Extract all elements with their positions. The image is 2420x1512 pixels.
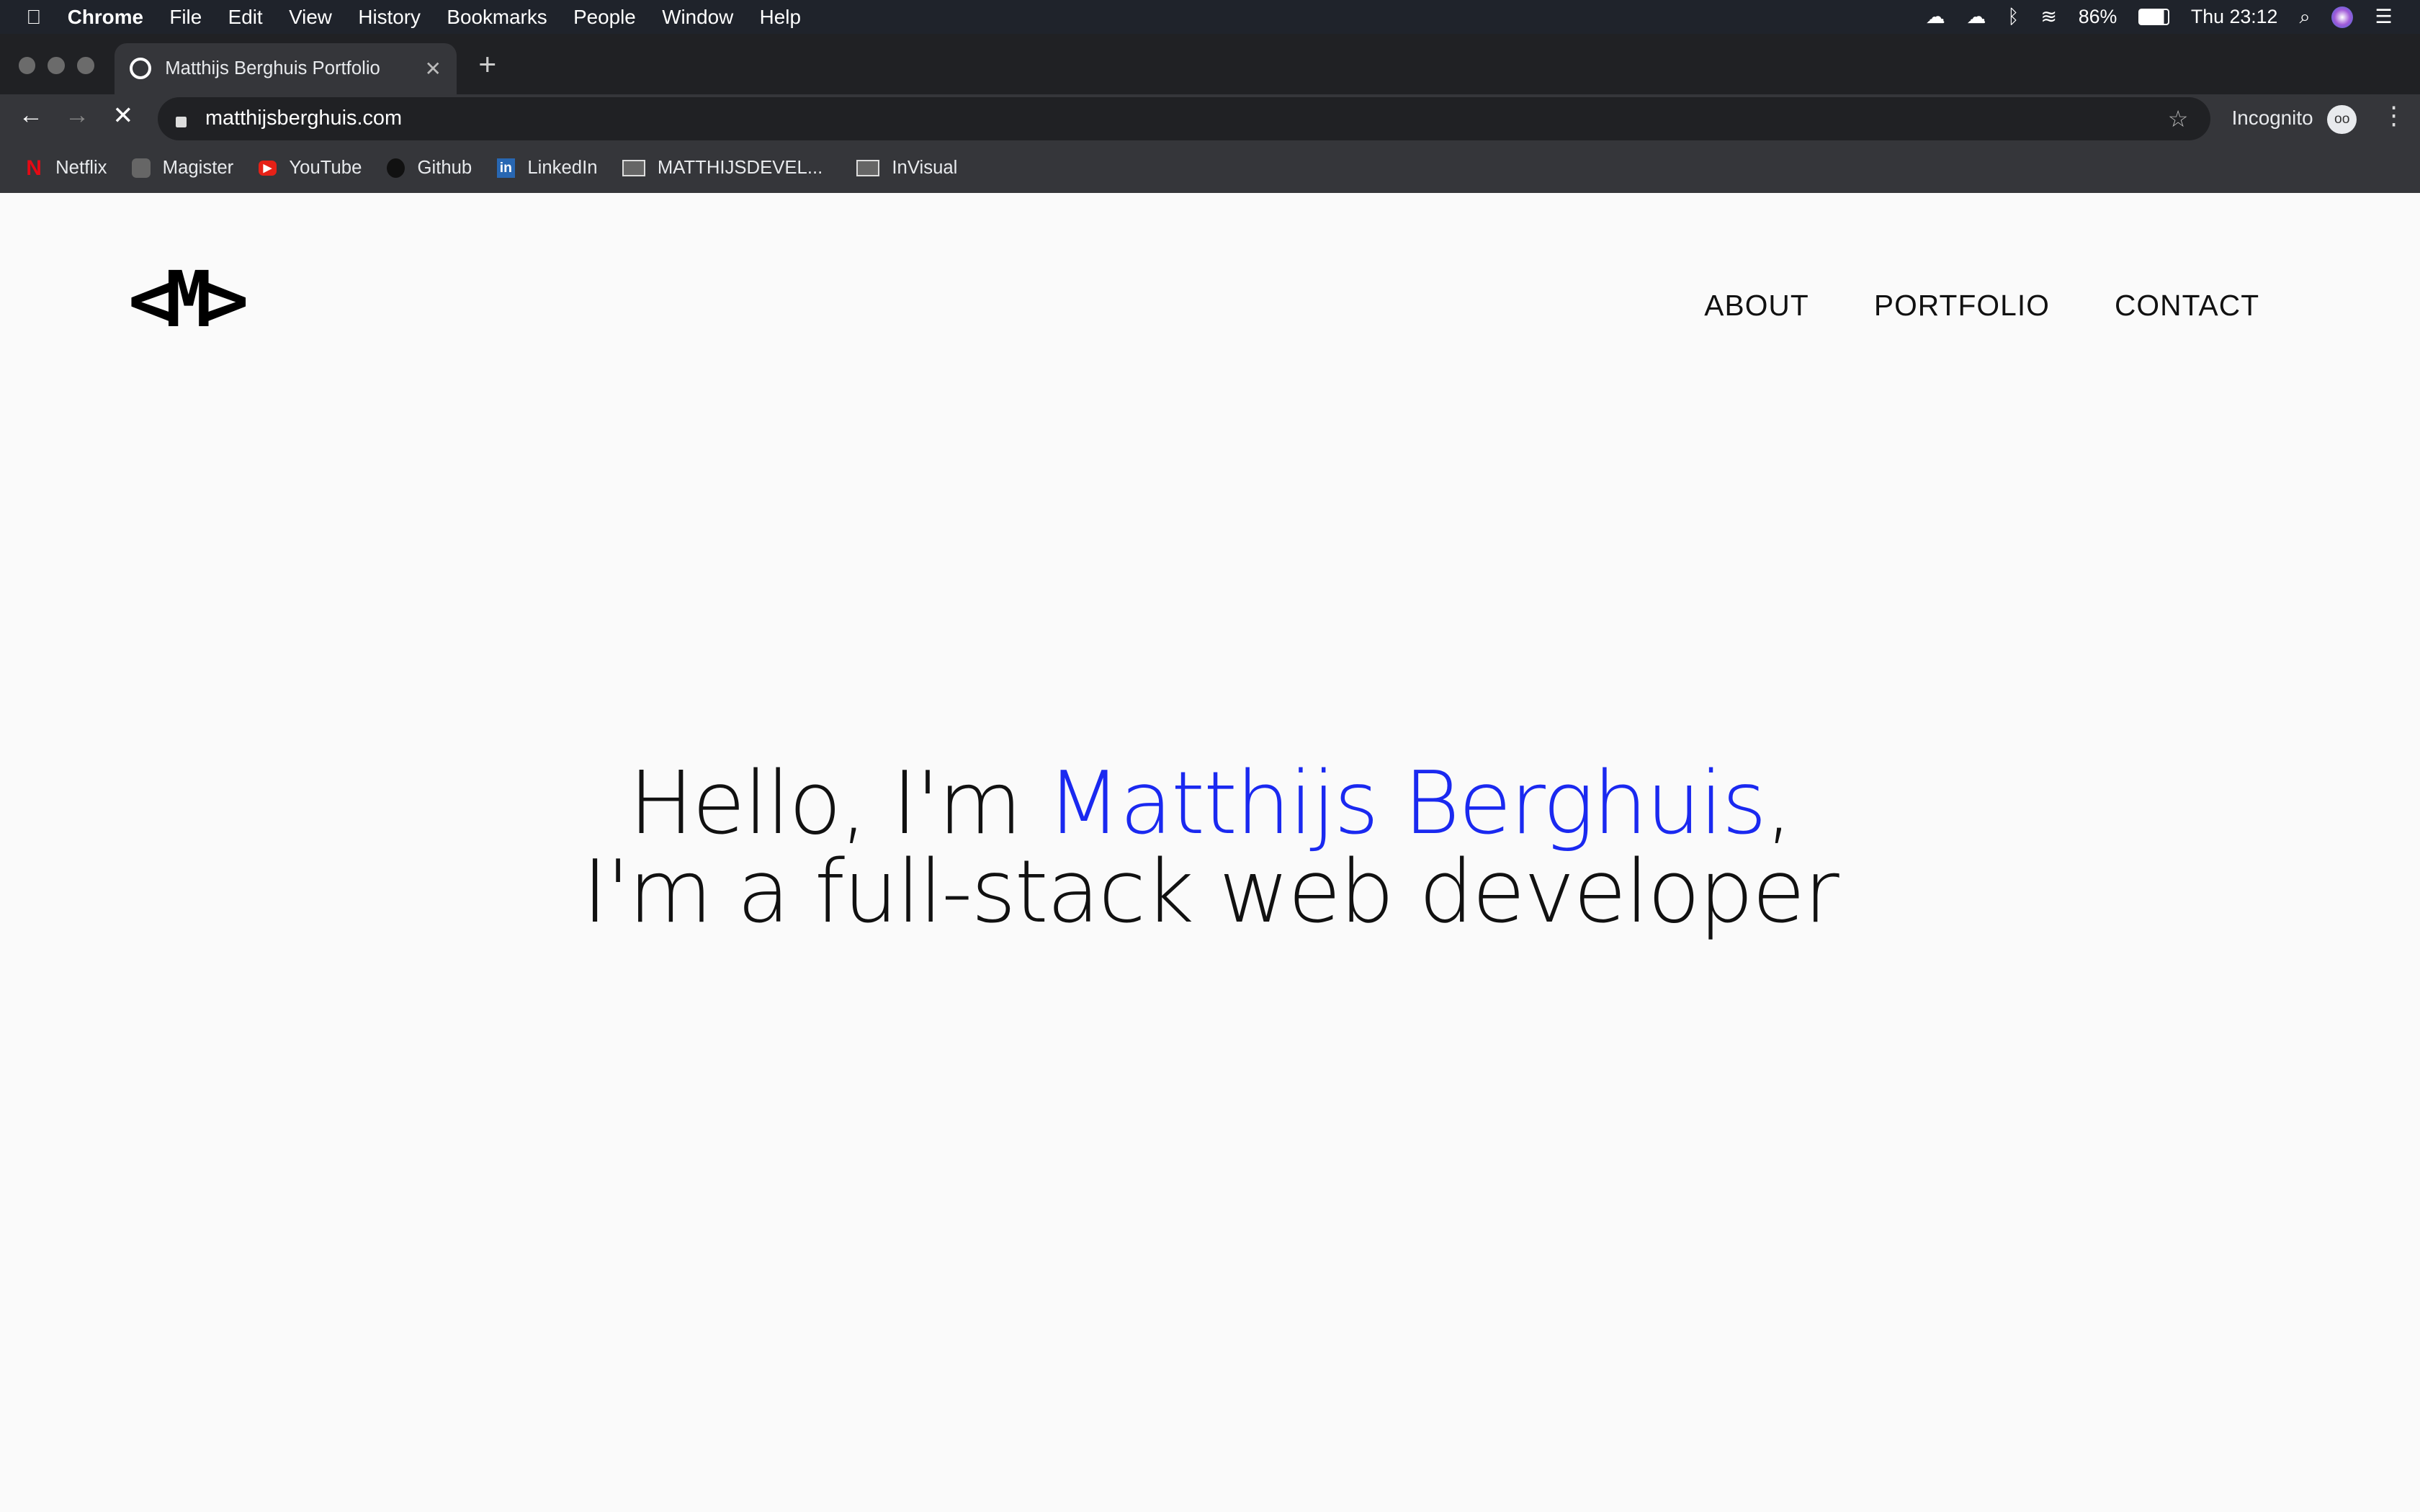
web-page: <M> ABOUT PORTFOLIO CONTACT Hello, I'm M… [0, 192, 2420, 1512]
back-button[interactable]: ← [19, 102, 43, 130]
bookmark-github[interactable]: Github [386, 158, 472, 179]
clock[interactable]: Thu 23:12 [2191, 6, 2278, 28]
new-tab-button[interactable]: + [478, 48, 496, 83]
bookmark-star-icon[interactable]: ☆ [2168, 105, 2189, 132]
window-close-button[interactable] [18, 57, 36, 74]
stop-loading-button[interactable]: ✕ [112, 102, 133, 130]
hero-greeting: Hello, I'm [628, 754, 1047, 855]
bookmark-label: InVisual [892, 158, 958, 179]
hero-name: Matthijs Berghuis [1047, 754, 1767, 855]
bookmark-label: MATTHIJSDEVEL... [657, 158, 823, 179]
folder-icon [856, 159, 880, 177]
loading-favicon-icon [129, 58, 151, 80]
notification-center-icon[interactable]: ☰ [2375, 6, 2392, 28]
browser-tab[interactable]: Matthijs Berghuis Portfolio ✕ [114, 42, 457, 94]
menu-window[interactable]: Window [662, 6, 733, 29]
nav-about[interactable]: ABOUT [1704, 289, 1809, 323]
forward-button[interactable]: → [65, 102, 89, 130]
bookmark-label: YouTube [289, 158, 362, 179]
window-minimize-button[interactable] [48, 57, 65, 74]
address-bar[interactable]: matthijsberghuis.com ☆ [157, 96, 2210, 140]
macos-menu-bar:  Chrome File Edit View History Bookmark… [0, 0, 2420, 35]
folder-icon [622, 159, 645, 177]
github-icon [386, 158, 405, 179]
tab-title: Matthijs Berghuis Portfolio [165, 58, 380, 78]
bookmark-label: LinkedIn [527, 158, 598, 179]
menu-app-name[interactable]: Chrome [68, 6, 143, 29]
linkedin-icon: in [496, 158, 516, 179]
youtube-icon: ▶ [258, 160, 277, 176]
bookmark-folder-invisual[interactable]: InVisual [856, 158, 957, 179]
bookmarks-bar: N Netflix Magister ▶ YouTube Github in Link… [0, 143, 2420, 193]
wifi-icon[interactable]: ≋ [2040, 6, 2056, 28]
battery-icon[interactable] [2138, 8, 2169, 26]
bookmark-linkedin[interactable]: in LinkedIn [496, 158, 598, 179]
site-nav: ABOUT PORTFOLIO CONTACT [1704, 289, 2259, 323]
bookmark-label: Github [417, 158, 472, 179]
battery-percent[interactable]: 86% [2079, 6, 2118, 28]
close-tab-icon[interactable]: ✕ [425, 57, 442, 81]
window-zoom-button[interactable] [77, 57, 94, 74]
bookmark-label: Netflix [55, 158, 107, 179]
hero-subtitle: I'm a full-stack web developer [582, 842, 1839, 942]
siri-icon[interactable] [2331, 6, 2354, 28]
incognito-label[interactable]: Incognito [2232, 107, 2313, 130]
netflix-icon: N [26, 156, 42, 180]
hero-heading: Hello, I'm Matthijs Berghuis, I'm a full… [0, 760, 2420, 936]
incognito-icon[interactable]: oo [2327, 104, 2357, 135]
bookmark-youtube[interactable]: ▶ YouTube [258, 158, 362, 179]
menu-bookmarks[interactable]: Bookmarks [447, 6, 547, 29]
lock-icon[interactable] [176, 116, 187, 127]
site-logo[interactable]: <M> [128, 260, 249, 341]
tab-strip: Matthijs Berghuis Portfolio ✕ + [0, 34, 2420, 94]
spotlight-search-icon[interactable]: ⌕ [2299, 6, 2310, 29]
menu-history[interactable]: History [358, 6, 421, 29]
hero-comma: , [1765, 754, 1793, 855]
apple-icon[interactable]:  [26, 6, 41, 29]
browser-menu-icon[interactable]: ⋮ [2381, 102, 2406, 130]
nav-contact[interactable]: CONTACT [2115, 289, 2259, 323]
nav-portfolio[interactable]: PORTFOLIO [1874, 289, 2050, 323]
bookmark-label: Magister [162, 158, 234, 179]
menu-file[interactable]: File [169, 6, 202, 29]
bookmark-magister[interactable]: Magister [131, 158, 234, 179]
bookmark-netflix[interactable]: N Netflix [24, 156, 107, 180]
browser-toolbar: ← → ✕ matthijsberghuis.com ☆ Incognito o… [0, 94, 2420, 144]
creative-cloud-icon[interactable]: ☁ [1926, 6, 1945, 28]
menu-edit[interactable]: Edit [228, 6, 263, 29]
bookmark-folder-matthijsdevel[interactable]: MATTHIJSDEVEL... [622, 158, 823, 179]
url-text[interactable]: matthijsberghuis.com [205, 107, 402, 130]
menu-view[interactable]: View [289, 6, 332, 29]
cloud-sync-icon[interactable]: ☁ [1966, 6, 1986, 28]
menu-help[interactable]: Help [760, 6, 801, 29]
menu-people[interactable]: People [573, 6, 636, 29]
bluetooth-icon[interactable]: ᛒ [2007, 6, 2019, 28]
magister-icon [131, 158, 151, 179]
